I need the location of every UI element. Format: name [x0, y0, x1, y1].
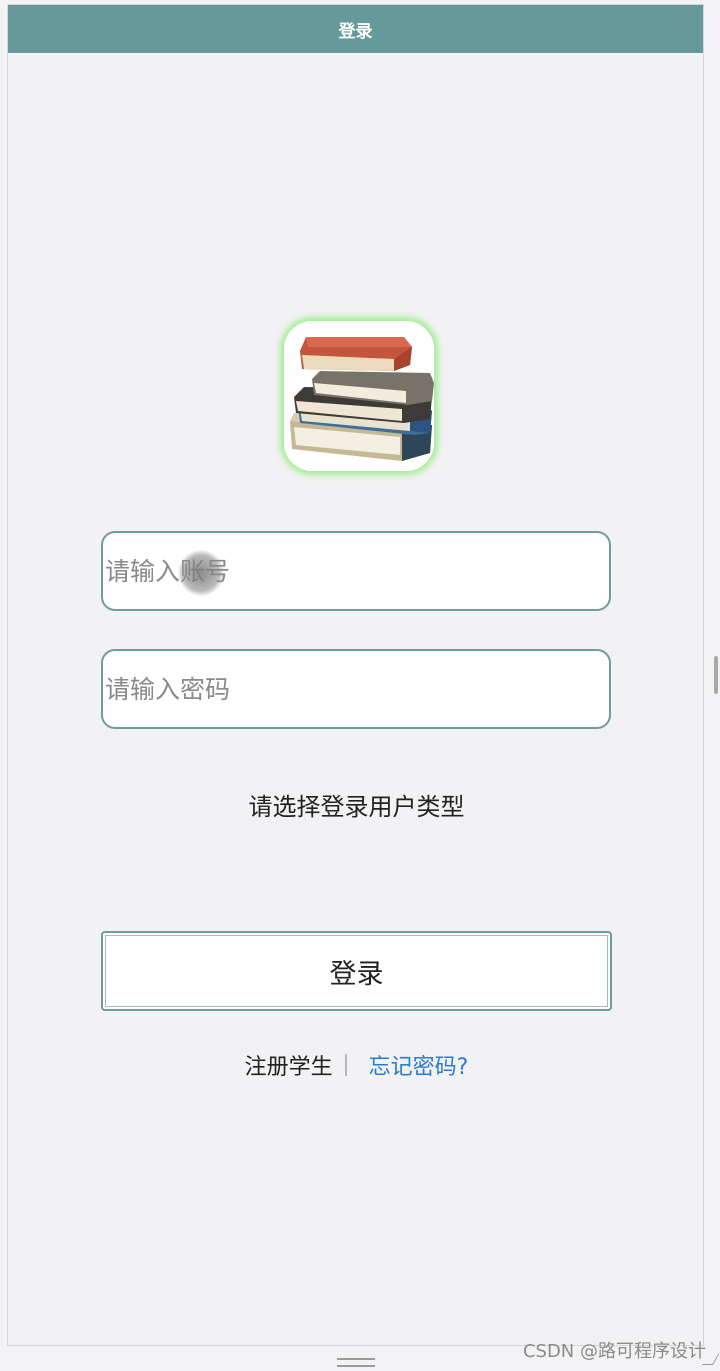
app-frame: 登录 请输入账号 请选择登录用户类型 登录 注册学生 忘记密码?: [7, 4, 704, 1346]
drag-handle-icon[interactable]: [337, 1358, 375, 1367]
password-input[interactable]: [103, 651, 609, 727]
app-logo: [284, 321, 434, 471]
footer-links: 注册学生 忘记密码?: [8, 1049, 705, 1081]
watermark-text: CSDN @路可程序设计: [522, 1341, 706, 1362]
link-divider: [344, 1054, 347, 1076]
account-input[interactable]: [103, 533, 609, 609]
login-button[interactable]: 登录: [101, 931, 612, 1011]
account-field[interactable]: [101, 531, 611, 611]
register-student-link[interactable]: 注册学生: [245, 1049, 333, 1081]
forgot-password-link[interactable]: 忘记密码?: [369, 1049, 469, 1081]
books-icon: [284, 321, 434, 471]
scrollbar-thumb[interactable]: [714, 656, 718, 694]
title-bar: 登录: [8, 5, 703, 53]
page-title: 登录: [338, 21, 373, 42]
password-field[interactable]: [101, 649, 611, 729]
user-type-prompt[interactable]: 请选择登录用户类型: [8, 787, 705, 822]
